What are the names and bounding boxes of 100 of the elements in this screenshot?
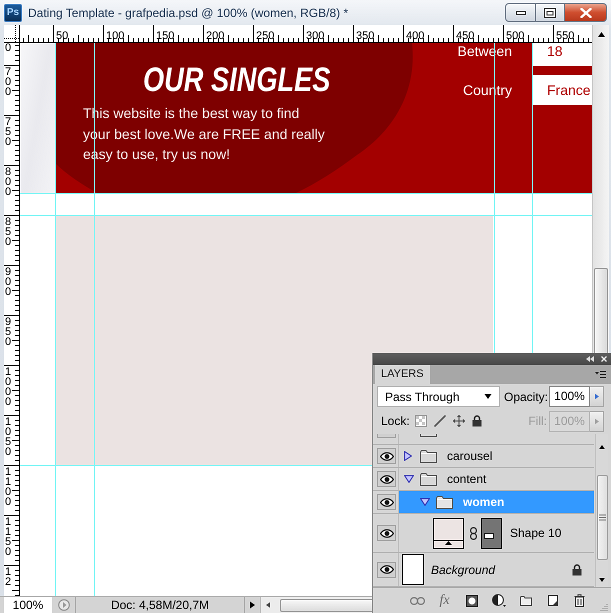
zoom-field[interactable]: 100% bbox=[4, 597, 52, 613]
ruler-number: 950 bbox=[5, 317, 12, 347]
caret-down-icon bbox=[484, 394, 492, 399]
ruler-number: 750 bbox=[5, 117, 12, 147]
eye-icon bbox=[380, 498, 394, 506]
ruler-number: 400 bbox=[406, 30, 424, 42]
collapse-icon[interactable] bbox=[586, 356, 594, 362]
disclosure-triangle-icon[interactable] bbox=[404, 475, 414, 483]
layer-name: content bbox=[447, 472, 486, 486]
ruler-number: 100 bbox=[106, 30, 124, 42]
layer-row[interactable]: Shape 10 bbox=[399, 514, 594, 552]
trash-icon[interactable] bbox=[574, 594, 585, 607]
ruler-number: 1050 bbox=[5, 417, 12, 457]
layer-thumbnail bbox=[402, 554, 424, 585]
minimize-button[interactable] bbox=[505, 3, 536, 22]
new-layer-icon[interactable] bbox=[548, 595, 558, 606]
triangle-icon bbox=[445, 540, 452, 544]
ruler-number: 450 bbox=[456, 30, 474, 42]
disclosure-triangle-icon[interactable] bbox=[404, 451, 412, 461]
scrollbar[interactable] bbox=[260, 597, 373, 613]
visibility-toggle[interactable] bbox=[377, 525, 396, 541]
eye-icon bbox=[380, 474, 394, 484]
layers-tab[interactable]: LAYERS bbox=[375, 365, 430, 384]
ruler-number: 1100 bbox=[5, 467, 12, 507]
mask-thumbnail bbox=[481, 518, 502, 548]
eye-icon bbox=[380, 528, 394, 538]
form-field[interactable]: 18 bbox=[532, 43, 592, 66]
ruler-number: 50 bbox=[56, 30, 68, 42]
caret-right-icon bbox=[594, 393, 598, 400]
maximize-icon bbox=[544, 8, 556, 18]
ruler-number: 0 bbox=[5, 43, 12, 53]
resize-grip-icon[interactable] bbox=[600, 603, 608, 611]
folder-icon bbox=[420, 472, 437, 486]
lock-icon[interactable] bbox=[472, 415, 482, 427]
layer-row[interactable]: content bbox=[399, 468, 594, 490]
visibility-toggle[interactable] bbox=[377, 471, 396, 487]
layer-name: Shape 10 bbox=[510, 526, 562, 540]
move-icon[interactable] bbox=[452, 415, 465, 427]
ruler-number: 12 bbox=[5, 567, 12, 587]
opacity-field[interactable]: 100% bbox=[549, 386, 590, 407]
close-icon bbox=[580, 8, 592, 18]
blend-mode-dropdown[interactable]: Pass Through bbox=[377, 386, 500, 407]
visibility-toggle[interactable] bbox=[377, 434, 396, 438]
close-button[interactable] bbox=[565, 3, 607, 22]
caret-up-icon bbox=[599, 445, 605, 449]
scroll-thumb[interactable] bbox=[596, 475, 608, 560]
ruler-number: 800 bbox=[5, 167, 12, 197]
fill-label: Fill: bbox=[528, 414, 547, 428]
ruler-number: 900 bbox=[5, 267, 12, 297]
window-title: Dating Template - grafpedia.psd @ 100% (women, RGB/8) * bbox=[28, 6, 348, 20]
folder-icon bbox=[420, 450, 437, 462]
caret-right-icon bbox=[250, 601, 255, 609]
ruler-number: 300 bbox=[306, 30, 324, 42]
scroll-thumb[interactable] bbox=[594, 268, 608, 353]
ruler-number: 550 bbox=[556, 30, 574, 42]
eye-icon bbox=[380, 452, 394, 460]
mask-icon[interactable] bbox=[466, 594, 478, 606]
folder-icon bbox=[436, 496, 453, 508]
ruler-number: 200 bbox=[206, 30, 224, 42]
stepper-button[interactable] bbox=[590, 386, 604, 407]
ruler-number: 500 bbox=[506, 30, 524, 42]
layer-row[interactable]: carousel bbox=[399, 445, 594, 467]
ruler-number: 700 bbox=[5, 67, 12, 97]
scrollbar[interactable] bbox=[592, 25, 609, 353]
visibility-toggle[interactable] bbox=[377, 448, 396, 464]
minimize-icon bbox=[516, 10, 526, 14]
grip-icon bbox=[598, 514, 606, 521]
ruler-number: 1150 bbox=[5, 517, 12, 557]
disclosure-triangle-icon[interactable] bbox=[420, 498, 430, 506]
app-logo: Ps bbox=[4, 4, 22, 22]
lock-label: Lock: bbox=[381, 414, 410, 428]
fx-button[interactable]: fx bbox=[439, 592, 450, 608]
link-icon[interactable] bbox=[410, 596, 425, 604]
caret-left-icon bbox=[266, 602, 270, 608]
chain-link-icon bbox=[470, 526, 477, 540]
panel-menu-icon[interactable] bbox=[595, 371, 606, 378]
document-size-text: Doc: 4,58M/20,7M bbox=[110, 598, 210, 612]
form-field[interactable]: France bbox=[532, 75, 592, 105]
ruler-number: 1000 bbox=[5, 367, 12, 407]
caret-up-icon bbox=[598, 32, 604, 36]
layer-row[interactable]: Background bbox=[399, 553, 594, 586]
folder-icon[interactable] bbox=[520, 596, 532, 606]
ruler-number: 350 bbox=[356, 30, 374, 42]
checkerboard-icon[interactable] bbox=[414, 415, 427, 427]
banner-heading: OUR SINGLES bbox=[143, 63, 330, 97]
maximize-button[interactable] bbox=[536, 3, 565, 22]
folder-icon bbox=[420, 434, 437, 437]
visibility-toggle[interactable] bbox=[377, 562, 396, 578]
layer-name: carousel bbox=[447, 449, 492, 463]
scroll-thumb[interactable] bbox=[280, 598, 373, 612]
opacity-label: Opacity: bbox=[504, 390, 548, 404]
eye-icon bbox=[380, 565, 394, 574]
visibility-toggle[interactable] bbox=[377, 494, 396, 510]
ruler-number: 850 bbox=[5, 217, 12, 247]
adjustment-icon[interactable] bbox=[492, 594, 506, 607]
caret-down-icon bbox=[599, 578, 605, 582]
brush-icon[interactable] bbox=[434, 415, 446, 427]
scrollbar[interactable] bbox=[595, 434, 608, 587]
caret-right-icon bbox=[594, 418, 598, 424]
close-icon[interactable] bbox=[601, 356, 607, 362]
